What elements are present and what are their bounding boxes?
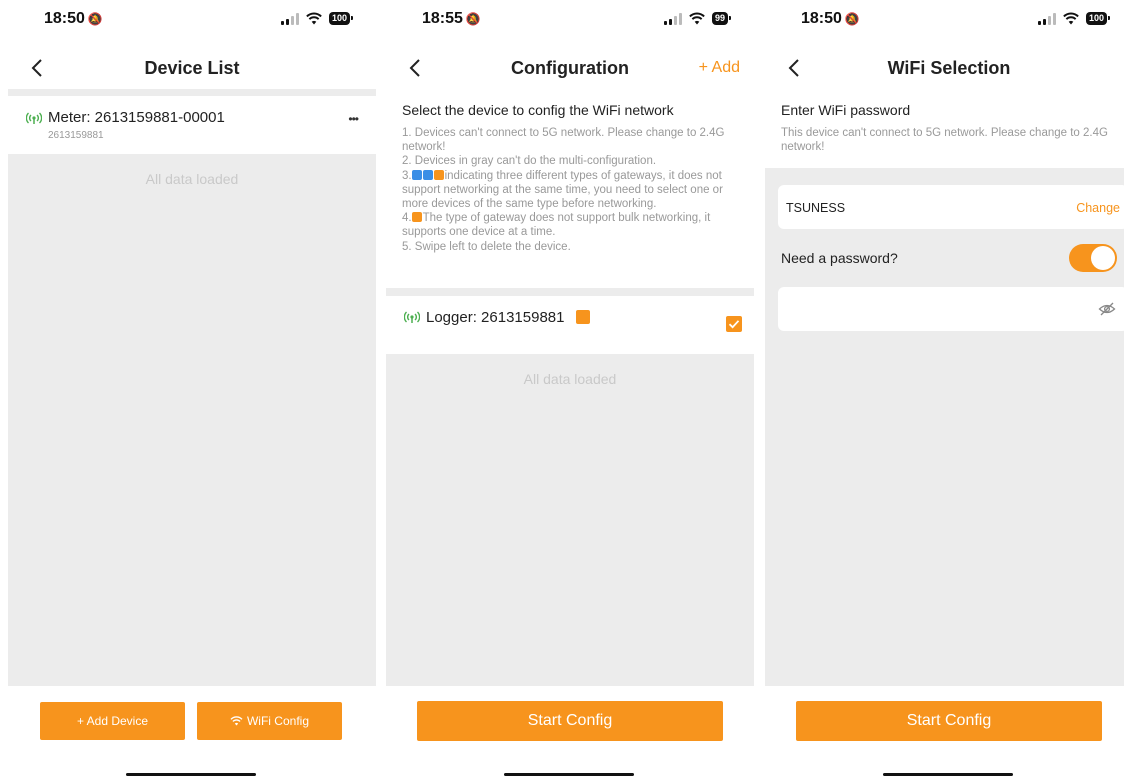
ssid-row: TSUNESS Change [778, 185, 1124, 229]
gateway-type-3-icon [411, 212, 422, 223]
enter-password-title: Enter WiFi password [781, 102, 911, 118]
cellular-signal-icon [1037, 12, 1056, 25]
wifi-status-icon [306, 12, 322, 25]
wifi-selection-screen: 18:50 🔕 100 WiFi Selection Enter WiFi pas… [765, 0, 1124, 776]
page-title: WiFi Selection [887, 58, 1011, 78]
device-name: Logger: 2613159881 [426, 309, 565, 326]
status-bar: 18:50 🔕 100 [765, 10, 1124, 32]
start-config-button[interactable]: Start Config [417, 701, 723, 741]
device-name: Meter: 2613159881-00001 [48, 109, 225, 126]
status-bar: 18:55 🔕 99 [386, 10, 754, 32]
silent-bell-icon: 🔕 [87, 12, 103, 26]
status-time: 18:50 🔕 [44, 10, 103, 27]
add-device-button[interactable]: + Add Device [40, 702, 185, 740]
wifi-status-icon [1063, 12, 1079, 25]
instruction-4: 4. The type of gateway does not support b… [402, 212, 711, 239]
battery-icon: 99 [711, 12, 732, 25]
wifi-icon [230, 716, 243, 726]
silent-bell-icon: 🔕 [844, 12, 860, 26]
all-data-loaded-text: All data loaded [145, 171, 239, 187]
device-checkbox[interactable] [726, 316, 742, 332]
instruction-title: Select the device to config the WiFi net… [402, 102, 674, 118]
password-input[interactable] [786, 297, 1076, 321]
cellular-signal-icon [280, 12, 299, 25]
instruction-1: 1. Devices can't connect to 5G network. … [402, 127, 725, 154]
wifi-config-label: WiFi Config [246, 714, 309, 728]
gateway-type-1-icon [411, 169, 422, 180]
instruction-3: 3. indicating three different types of ga… [402, 169, 723, 211]
gateway-type-3-icon [433, 169, 444, 180]
toggle-knob [1091, 246, 1115, 270]
antenna-signal-icon [404, 311, 420, 323]
form-background [765, 168, 1124, 686]
change-ssid-link[interactable]: Change [1076, 201, 1120, 215]
password-row [778, 287, 1124, 331]
nav-bar: Device List [8, 50, 376, 86]
start-config-button[interactable]: Start Config [796, 701, 1102, 741]
instruction-list: 1. Devices can't connect to 5G network. … [402, 126, 744, 254]
cellular-signal-icon [663, 12, 682, 25]
wifi-config-button[interactable]: WiFi Config [197, 702, 342, 740]
need-password-label: Need a password? [781, 250, 898, 266]
need-password-toggle[interactable] [1069, 244, 1117, 272]
status-time: 18:50 🔕 [801, 10, 860, 27]
nav-bar: WiFi Selection [765, 50, 1124, 86]
wifi-status-icon [689, 12, 705, 25]
more-options-icon[interactable]: ••• [348, 112, 359, 126]
silent-bell-icon: 🔕 [465, 12, 481, 26]
battery-icon: 100 [1085, 12, 1111, 25]
network-note: This device can't connect to 5G network.… [781, 127, 1108, 154]
eye-hidden-icon[interactable] [1098, 301, 1116, 317]
antenna-signal-icon [26, 112, 42, 124]
nav-bar: Configuration + Add [386, 50, 754, 86]
status-bar: 18:50 🔕 100 [8, 10, 376, 32]
page-title: Device List [144, 58, 240, 78]
add-button[interactable]: + Add [699, 59, 740, 77]
gateway-type-2-icon [422, 169, 433, 180]
instruction-2: 2. Devices in gray can't do the multi-co… [402, 155, 657, 168]
device-list-item[interactable]: Meter: 2613159881-00001 2613159881 ••• [8, 96, 376, 154]
configuration-screen: 18:55 🔕 99 Configuration + Add Select the… [386, 0, 754, 776]
instruction-5: 5. Swipe left to delete the device. [402, 240, 571, 253]
battery-icon: 100 [328, 12, 354, 25]
ssid-name: TSUNESS [786, 201, 846, 215]
gateway-type-icon [576, 310, 590, 324]
device-list-screen: 18:50 🔕 100 Device List Meter: 2613159881… [8, 0, 376, 776]
status-time: 18:55 🔕 [422, 10, 481, 27]
all-data-loaded-text: All data loaded [523, 371, 617, 387]
device-list-item[interactable]: Logger: 2613159881 [386, 296, 754, 354]
device-serial: 2613159881 [48, 130, 104, 141]
